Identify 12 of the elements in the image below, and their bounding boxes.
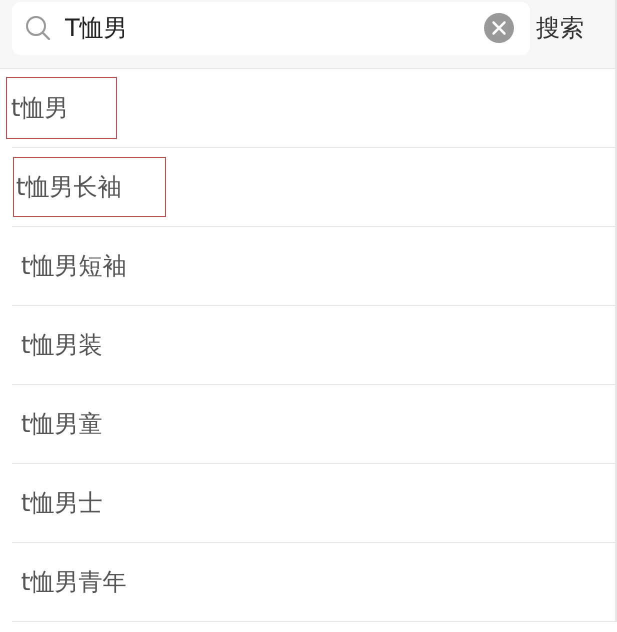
suggestion-item[interactable]: t恤男长袖 — [13, 157, 166, 217]
search-icon — [25, 15, 51, 41]
suggestion-item[interactable]: t恤男青年 — [18, 565, 130, 599]
search-field[interactable]: T恤男 — [12, 2, 530, 54]
search-button[interactable]: 搜索 — [536, 12, 584, 44]
suggestion-item[interactable]: t恤男短袖 — [18, 249, 130, 283]
suggestion-item[interactable]: t恤男装 — [18, 328, 106, 362]
clear-icon[interactable] — [484, 13, 514, 43]
suggestion-item[interactable]: t恤男士 — [18, 486, 106, 520]
search-input[interactable]: T恤男 — [65, 14, 484, 42]
suggestion-item[interactable]: t恤男童 — [18, 407, 106, 441]
suggestion-item[interactable]: t恤男 — [6, 77, 118, 139]
